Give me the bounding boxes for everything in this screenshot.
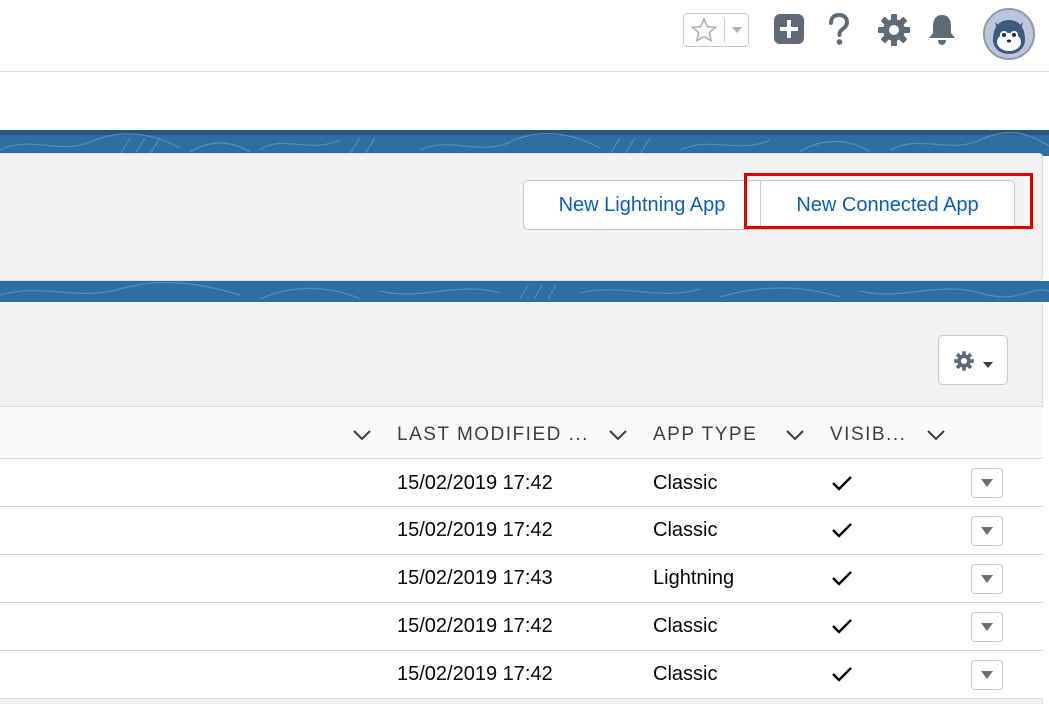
column-header-app-type[interactable]: APP TYPE bbox=[653, 424, 757, 446]
column-sort-chevron-icon[interactable] bbox=[785, 425, 805, 450]
row-actions-button[interactable] bbox=[971, 612, 1003, 642]
cell-last-modified: 15/02/2019 17:42 bbox=[397, 615, 553, 637]
row-actions-button[interactable] bbox=[971, 564, 1003, 594]
cell-last-modified: 15/02/2019 17:42 bbox=[397, 519, 553, 541]
row-actions-button[interactable] bbox=[971, 660, 1003, 690]
cell-app-type: Classic bbox=[653, 663, 718, 685]
star-icon[interactable] bbox=[684, 14, 724, 46]
column-header-visible[interactable]: VISIB... bbox=[830, 424, 906, 446]
checkmark-icon bbox=[831, 474, 853, 497]
favorites-button[interactable] bbox=[683, 13, 749, 47]
row-actions-button[interactable] bbox=[971, 468, 1003, 498]
caret-down-icon bbox=[981, 671, 993, 679]
column-sort-chevron-icon[interactable] bbox=[926, 425, 946, 450]
chevron-down-icon[interactable] bbox=[725, 14, 749, 46]
cell-last-modified: 15/02/2019 17:42 bbox=[397, 472, 553, 494]
column-sort-chevron-icon[interactable] bbox=[352, 425, 372, 450]
cell-last-modified: 15/02/2019 17:43 bbox=[397, 567, 553, 589]
gear-icon bbox=[953, 350, 975, 377]
help-icon[interactable] bbox=[826, 12, 852, 53]
list-settings-button[interactable] bbox=[938, 335, 1008, 385]
checkmark-icon bbox=[831, 521, 853, 544]
avatar[interactable] bbox=[983, 8, 1035, 60]
header-button-group: New Lightning App New Connected App bbox=[523, 180, 1015, 232]
column-header-last-modified[interactable]: LAST MODIFIED ... bbox=[397, 424, 589, 446]
column-sort-chevron-icon[interactable] bbox=[608, 425, 628, 450]
caret-down-icon bbox=[981, 479, 993, 487]
cell-app-type: Classic bbox=[653, 472, 718, 494]
caret-down-icon bbox=[983, 356, 993, 374]
brand-band-lower bbox=[0, 281, 1049, 302]
add-icon[interactable] bbox=[773, 12, 805, 51]
gear-icon[interactable] bbox=[876, 12, 912, 53]
checkmark-icon bbox=[831, 569, 853, 592]
cell-app-type: Lightning bbox=[653, 567, 735, 589]
row-actions-button[interactable] bbox=[971, 516, 1003, 546]
bell-icon[interactable] bbox=[926, 12, 958, 53]
checkmark-icon bbox=[831, 665, 853, 688]
new-lightning-app-button[interactable]: New Lightning App bbox=[523, 180, 761, 230]
caret-down-icon bbox=[981, 527, 993, 535]
cell-app-type: Classic bbox=[653, 615, 718, 637]
cell-app-type: Classic bbox=[653, 519, 718, 541]
caret-down-icon bbox=[981, 575, 993, 583]
cell-last-modified: 15/02/2019 17:42 bbox=[397, 663, 553, 685]
checkmark-icon bbox=[831, 617, 853, 640]
new-connected-app-button[interactable]: New Connected App bbox=[761, 180, 1015, 230]
caret-down-icon bbox=[981, 623, 993, 631]
